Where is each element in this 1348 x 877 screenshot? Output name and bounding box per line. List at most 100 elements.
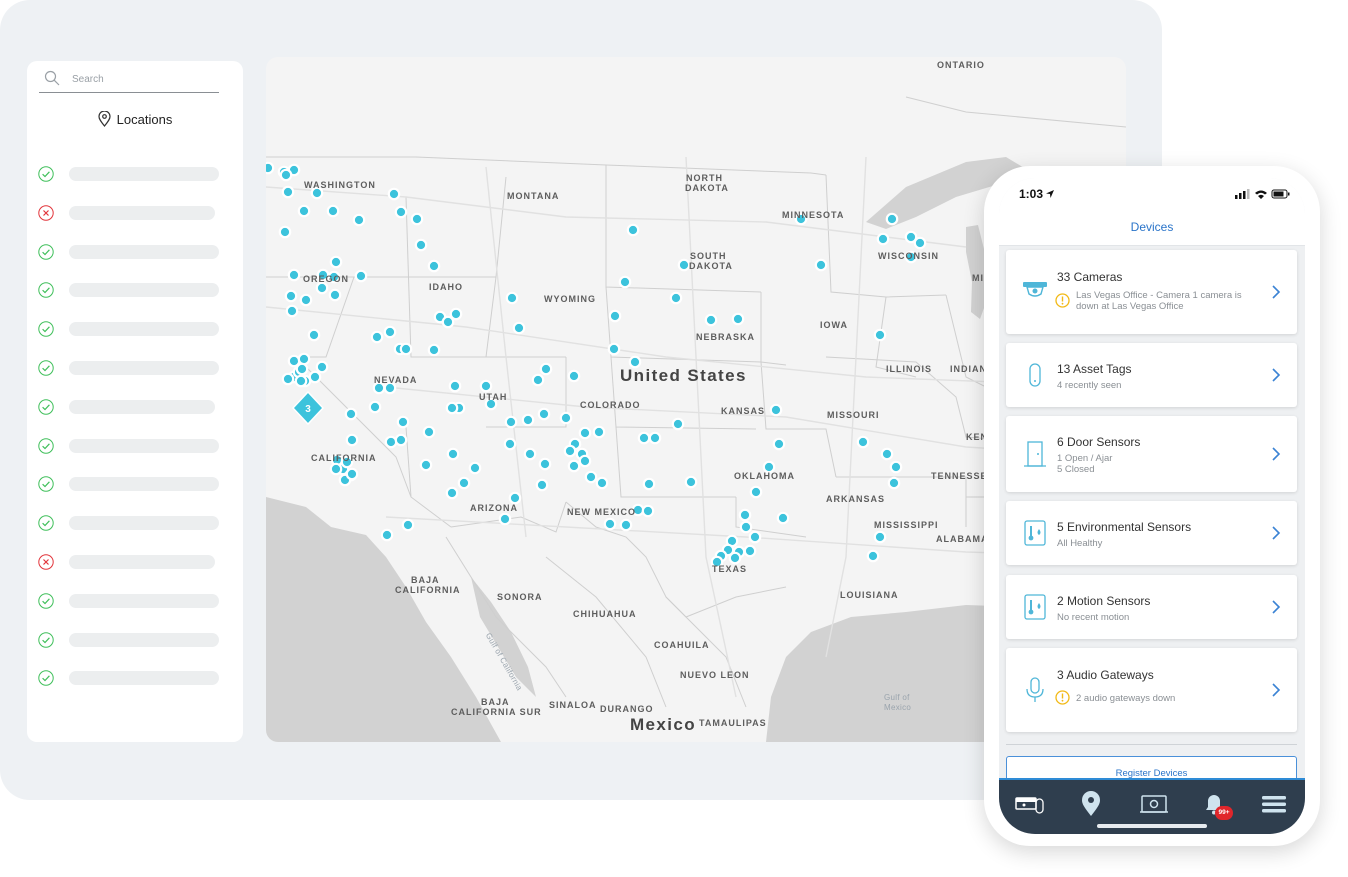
location-marker[interactable] — [880, 447, 894, 461]
location-marker[interactable] — [394, 205, 408, 219]
location-marker[interactable] — [399, 342, 413, 356]
location-marker[interactable] — [427, 343, 441, 357]
location-marker[interactable] — [299, 293, 313, 307]
location-marker[interactable] — [307, 328, 321, 342]
location-marker[interactable] — [468, 461, 482, 475]
location-marker[interactable] — [446, 447, 460, 461]
location-marker[interactable] — [684, 475, 698, 489]
location-marker[interactable] — [738, 508, 752, 522]
location-marker[interactable] — [648, 431, 662, 445]
location-marker[interactable] — [873, 328, 887, 342]
location-marker[interactable] — [504, 415, 518, 429]
location-marker[interactable] — [308, 370, 322, 384]
location-marker[interactable] — [344, 407, 358, 421]
location-marker[interactable] — [368, 400, 382, 414]
location-marker[interactable] — [866, 549, 880, 563]
device-card-cameras[interactable]: 33 Cameras Las Vegas Office - Camera 1 c… — [1006, 250, 1297, 334]
location-marker[interactable] — [876, 232, 890, 246]
location-marker[interactable] — [578, 426, 592, 440]
location-marker[interactable] — [329, 462, 343, 476]
location-marker[interactable] — [445, 401, 459, 415]
location-marker[interactable] — [448, 379, 462, 393]
location-marker[interactable] — [278, 225, 292, 239]
location-marker[interactable] — [743, 544, 757, 558]
location-marker[interactable] — [479, 379, 493, 393]
location-marker[interactable] — [294, 374, 308, 388]
location-row[interactable] — [38, 515, 228, 554]
location-marker[interactable] — [731, 312, 745, 326]
location-marker[interactable] — [328, 288, 342, 302]
device-card-motion-sensors[interactable]: 2 Motion Sensors No recent motion — [1006, 575, 1297, 639]
device-card-audio-gateways[interactable]: 3 Audio Gateways 2 audio gateways down — [1006, 648, 1297, 732]
location-marker[interactable] — [266, 161, 275, 175]
location-row[interactable] — [38, 476, 228, 515]
location-row[interactable] — [38, 670, 228, 709]
location-marker[interactable] — [584, 470, 598, 484]
location-marker[interactable] — [578, 454, 592, 468]
location-marker[interactable] — [531, 373, 545, 387]
location-marker[interactable] — [669, 291, 683, 305]
location-marker[interactable] — [538, 457, 552, 471]
location-marker[interactable] — [295, 362, 309, 376]
location-marker[interactable] — [326, 204, 340, 218]
location-marker[interactable] — [677, 258, 691, 272]
location-marker[interactable] — [281, 372, 295, 386]
location-marker[interactable] — [414, 238, 428, 252]
location-marker[interactable] — [537, 407, 551, 421]
location-marker[interactable] — [354, 269, 368, 283]
location-marker[interactable] — [535, 478, 549, 492]
location-marker[interactable] — [885, 212, 899, 226]
cameras-tab[interactable] — [1137, 790, 1171, 818]
location-marker[interactable] — [505, 291, 519, 305]
location-marker[interactable] — [329, 255, 343, 269]
location-marker[interactable] — [559, 411, 573, 425]
location-marker[interactable] — [410, 212, 424, 226]
location-row[interactable] — [38, 593, 228, 632]
location-marker[interactable] — [419, 458, 433, 472]
location-marker[interactable] — [728, 551, 742, 565]
location-marker[interactable] — [887, 476, 901, 490]
location-marker[interactable] — [297, 352, 311, 366]
location-marker[interactable] — [394, 433, 408, 447]
device-card-environmental-sensors[interactable]: 5 Environmental Sensors All Healthy — [1006, 501, 1297, 565]
location-marker[interactable] — [748, 530, 762, 544]
location-marker[interactable] — [772, 437, 786, 451]
location-marker[interactable] — [287, 268, 301, 282]
location-marker[interactable] — [315, 281, 329, 295]
location-marker[interactable] — [608, 309, 622, 323]
location-marker[interactable] — [873, 530, 887, 544]
location-marker[interactable] — [619, 518, 633, 532]
location-marker[interactable] — [297, 204, 311, 218]
location-marker[interactable] — [607, 342, 621, 356]
location-marker[interactable] — [637, 431, 651, 445]
device-card-door-sensors[interactable]: 6 Door Sensors 1 Open / Ajar 5 Closed — [1006, 416, 1297, 492]
location-marker[interactable] — [422, 425, 436, 439]
location-marker[interactable] — [383, 325, 397, 339]
location-marker[interactable] — [776, 511, 790, 525]
location-marker[interactable] — [704, 313, 718, 327]
location-marker[interactable] — [769, 403, 783, 417]
location-marker[interactable] — [523, 447, 537, 461]
location-row[interactable] — [38, 282, 228, 321]
location-marker[interactable] — [345, 467, 359, 481]
location-marker[interactable] — [352, 213, 366, 227]
menu-tab[interactable] — [1257, 790, 1291, 818]
location-marker[interactable] — [539, 362, 553, 376]
location-marker[interactable] — [370, 330, 384, 344]
location-marker[interactable] — [387, 187, 401, 201]
location-marker[interactable] — [396, 415, 410, 429]
cluster-marker[interactable]: 3 — [291, 390, 325, 426]
location-row[interactable] — [38, 631, 228, 671]
location-marker[interactable] — [508, 491, 522, 505]
location-marker[interactable] — [279, 168, 293, 182]
devices-tab[interactable] — [1013, 790, 1047, 818]
location-marker[interactable] — [567, 369, 581, 383]
location-row[interactable] — [38, 437, 228, 477]
location-marker[interactable] — [913, 236, 927, 250]
alerts-tab[interactable]: 99+ — [1197, 790, 1233, 820]
location-marker[interactable] — [345, 433, 359, 447]
location-marker[interactable] — [380, 528, 394, 542]
location-marker[interactable] — [595, 476, 609, 490]
location-marker[interactable] — [814, 258, 828, 272]
location-row[interactable] — [38, 321, 228, 360]
